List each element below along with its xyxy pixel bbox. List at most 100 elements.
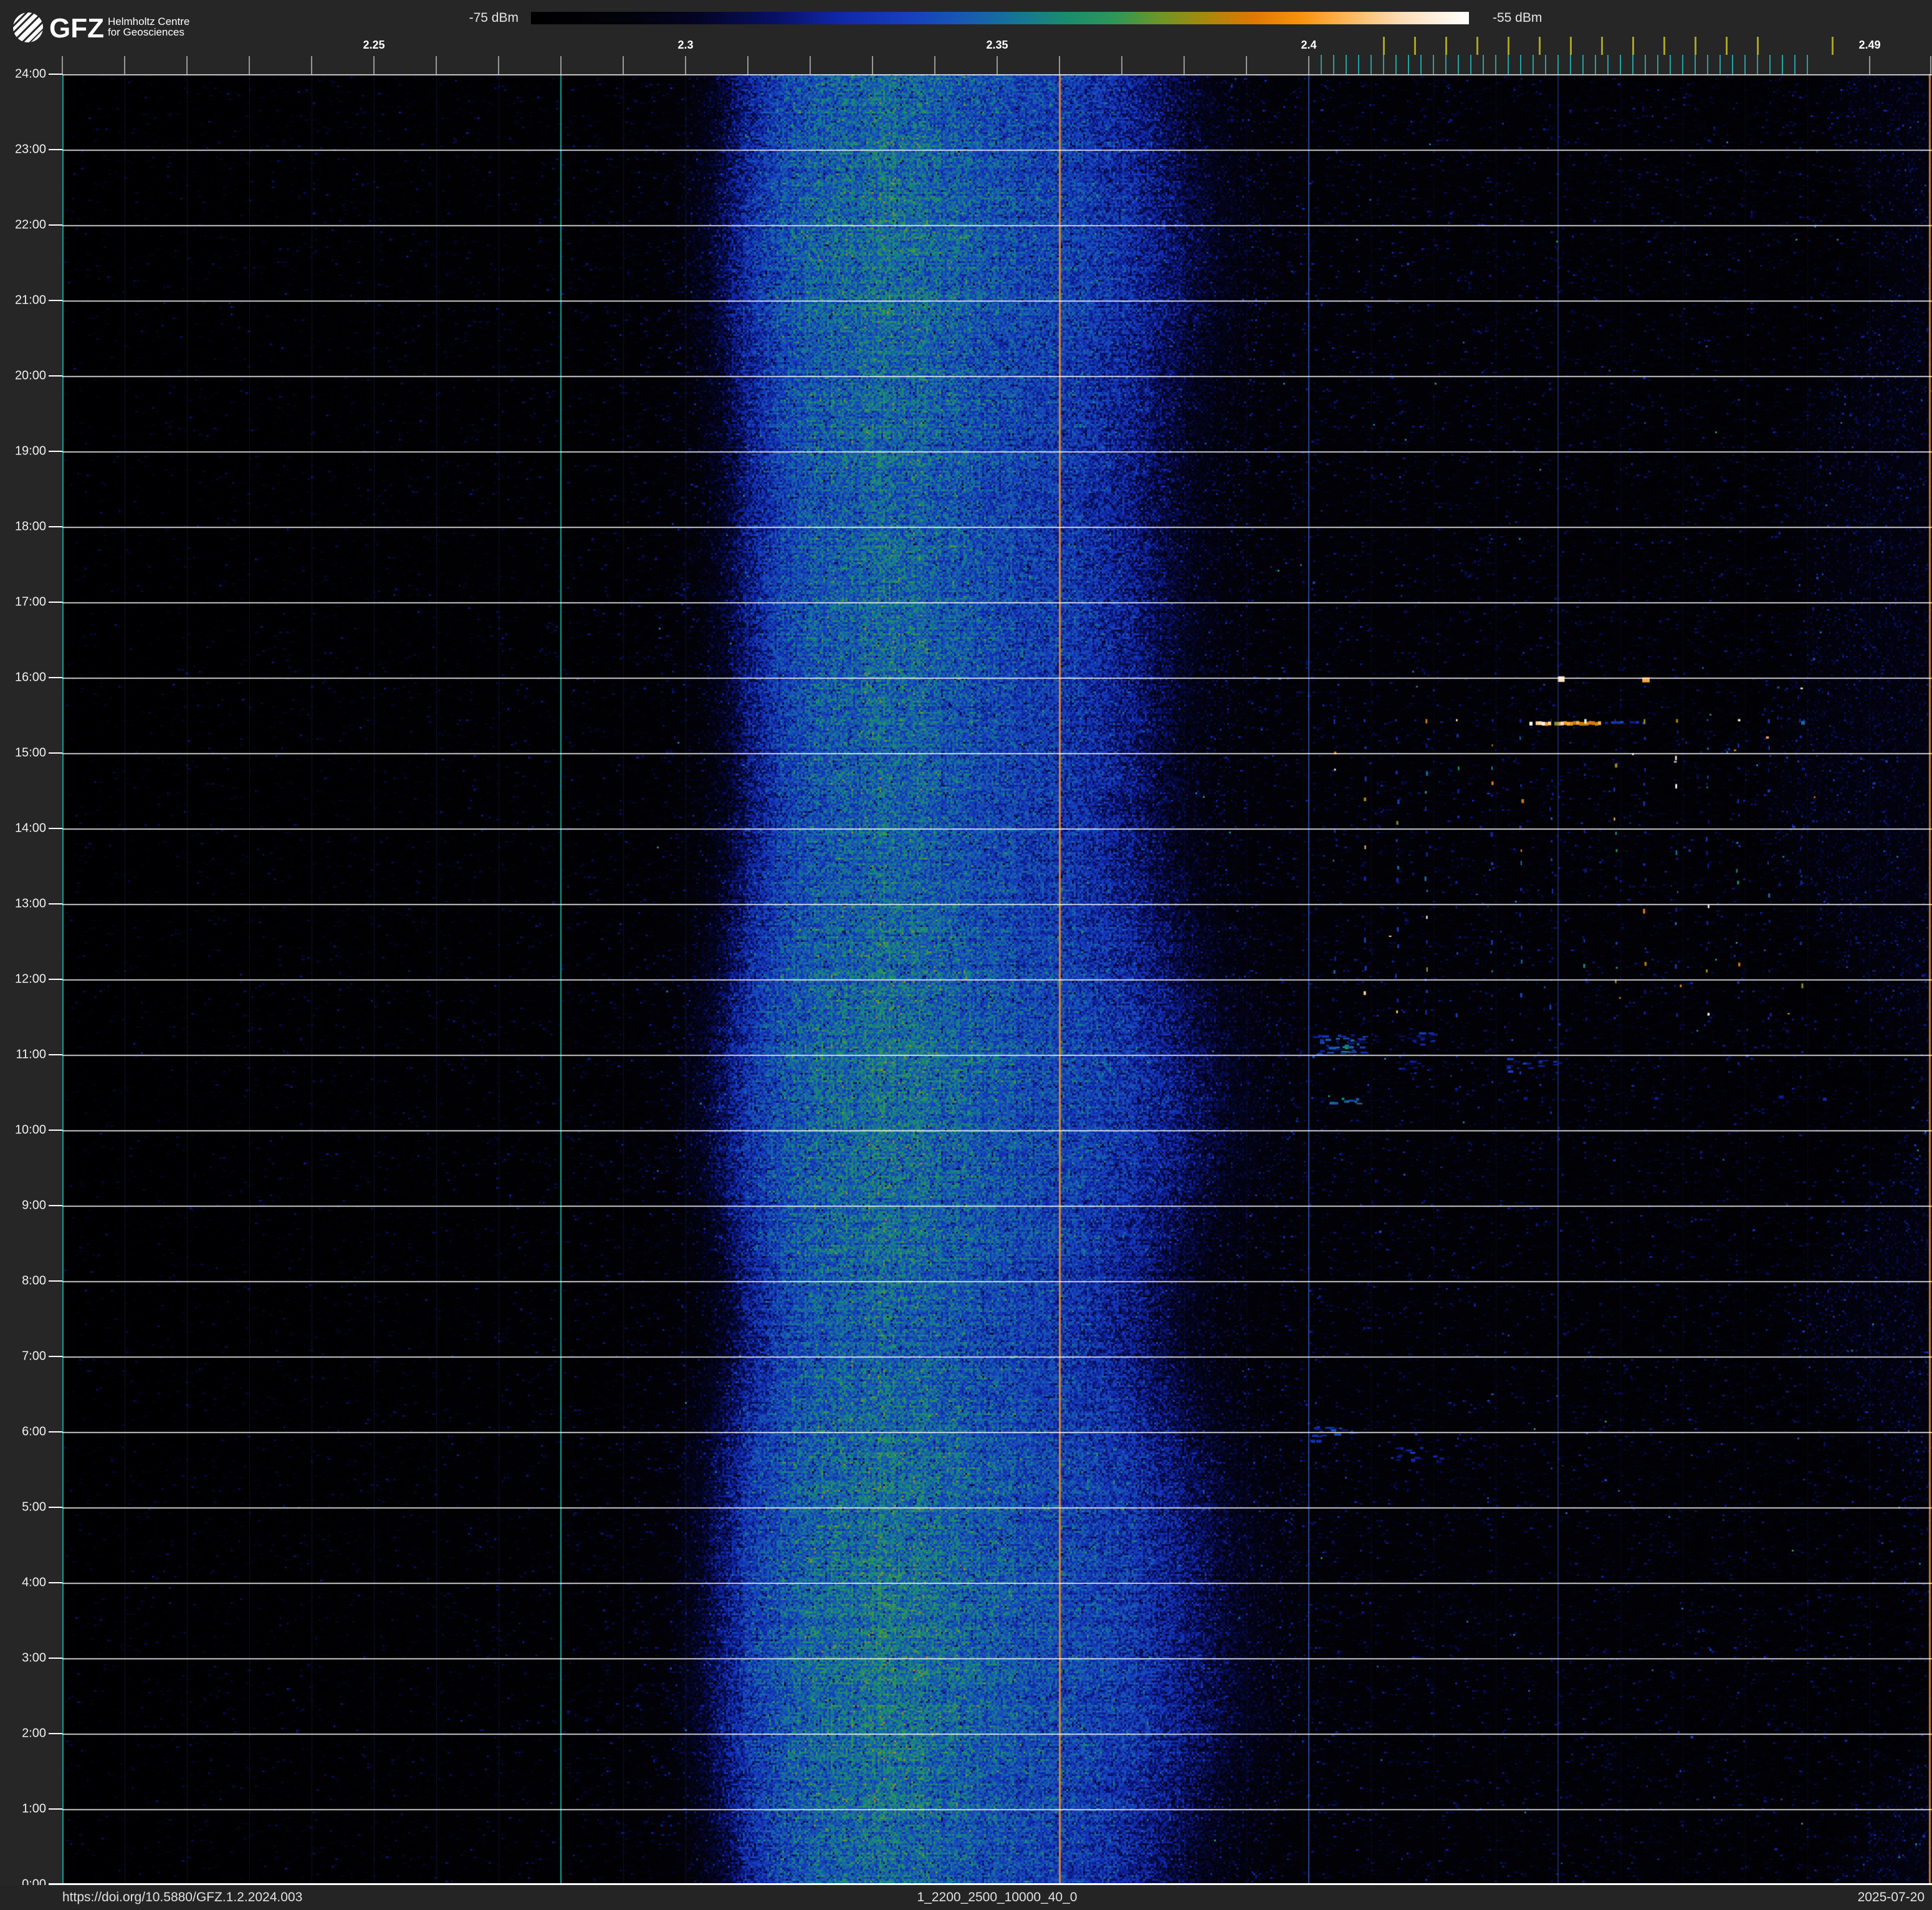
hour-tick <box>49 1431 62 1432</box>
spectrogram-canvas <box>62 74 1932 1884</box>
ble-channel-tick <box>1333 55 1334 74</box>
hour-tick <box>49 1130 62 1131</box>
doi-link[interactable]: https://doi.org/10.5880/GFZ.1.2.2024.003 <box>62 1890 302 1905</box>
wifi-channel-tick <box>1570 37 1572 55</box>
freq-minor-tick <box>934 56 935 74</box>
freq-minor-tick <box>124 56 125 74</box>
freq-minor-tick <box>1869 56 1870 74</box>
ble-channel-tick <box>1408 55 1409 74</box>
ble-channel-tick <box>1483 55 1484 74</box>
freq-axis-label: 2.4 <box>1301 39 1317 51</box>
brand-subtitle: Helmholtz Centre for Geosciences <box>108 16 189 37</box>
hour-label: 19:00 <box>14 444 46 458</box>
ble-channel-tick <box>1719 55 1721 74</box>
hour-tick <box>49 1808 62 1810</box>
ble-channel-tick <box>1682 55 1683 74</box>
freq-axis-label: 2.49 <box>1858 39 1881 51</box>
date-label: 2025-07-20 <box>1857 1890 1925 1904</box>
hour-label: 24:00 <box>14 67 46 81</box>
ble-channel-tick <box>1557 55 1559 74</box>
hour-label: 4:00 <box>22 1575 46 1590</box>
freq-minor-tick <box>1308 56 1309 74</box>
hour-tick <box>49 828 62 829</box>
ble-channel-tick <box>1533 55 1534 74</box>
footer: https://doi.org/10.5880/GFZ.1.2.2024.003… <box>0 1885 1932 1910</box>
hour-label: 6:00 <box>22 1424 46 1439</box>
hour-label: 12:00 <box>14 972 46 986</box>
wifi-channel-tick <box>1383 37 1385 55</box>
hour-label: 1:00 <box>22 1802 46 1816</box>
ble-channel-tick <box>1346 55 1347 74</box>
ble-channel-tick <box>1470 55 1471 74</box>
ble-channel-tick <box>1707 55 1708 74</box>
brand-text: GFZ <box>49 13 104 44</box>
brand-subtitle-line1: Helmholtz Centre <box>108 16 190 27</box>
freq-minor-tick <box>685 56 686 74</box>
gfz-logo-icon <box>12 12 44 43</box>
hour-tick <box>49 677 62 678</box>
wifi-channel-tick <box>1476 37 1478 55</box>
freq-axis-label: 2.3 <box>677 39 694 51</box>
freq-minor-tick <box>810 56 811 74</box>
freq-minor-tick <box>373 56 375 74</box>
hour-tick <box>49 451 62 452</box>
hour-tick <box>49 1356 62 1357</box>
hour-tick <box>49 149 62 150</box>
ble-channel-tick <box>1620 55 1621 74</box>
hour-label: 9:00 <box>22 1198 46 1212</box>
ble-channel-tick <box>1383 55 1384 74</box>
hour-label: 10:00 <box>14 1123 46 1137</box>
hour-tick <box>49 1733 62 1734</box>
ble-channel-tick <box>1433 55 1434 74</box>
hour-label: 5:00 <box>22 1500 46 1514</box>
ble-channel-tick <box>1508 55 1509 74</box>
wifi-channel-tick <box>1414 37 1416 55</box>
freq-minor-tick <box>1121 56 1122 74</box>
freq-minor-tick <box>997 56 998 74</box>
hour-label: 7:00 <box>22 1349 46 1363</box>
ble-channel-tick <box>1632 55 1633 74</box>
colorbar-max-label: -55 dBm <box>1493 11 1542 25</box>
ble-channel-tick <box>1757 55 1758 74</box>
ble-channel-tick <box>1670 55 1671 74</box>
wifi-channel-tick <box>1726 37 1728 55</box>
ble-channel-tick <box>1695 55 1696 74</box>
wifi-channel-tick <box>1539 37 1541 55</box>
freq-axis-label: 2.25 <box>363 39 385 51</box>
freq-minor-tick <box>1246 56 1247 74</box>
ble-channel-tick <box>1545 55 1546 74</box>
wifi-channel-tick <box>1632 37 1634 55</box>
ble-channel-tick <box>1769 55 1771 74</box>
hour-label: 3:00 <box>22 1651 46 1665</box>
ble-channel-tick <box>1520 55 1521 74</box>
hour-tick <box>49 752 62 754</box>
dataset-label: 1_2200_2500_10000_40_0 <box>917 1890 1078 1904</box>
ble-channel-tick <box>1607 55 1609 74</box>
hour-tick <box>49 1582 62 1583</box>
ble-channel-tick <box>1395 55 1397 74</box>
hour-label: 11:00 <box>16 1047 46 1062</box>
freq-minor-tick <box>1184 56 1185 74</box>
ble-channel-tick <box>1582 55 1584 74</box>
hour-tick <box>49 602 62 603</box>
freq-minor-tick <box>311 56 312 74</box>
hour-label: 13:00 <box>14 896 46 911</box>
freq-minor-tick <box>436 56 437 74</box>
ble-channel-tick <box>1744 55 1746 74</box>
hour-label: 2:00 <box>22 1726 46 1740</box>
hour-tick <box>49 1280 62 1282</box>
hour-tick <box>49 375 62 377</box>
hour-tick <box>49 1205 62 1206</box>
hour-label: 17:00 <box>14 595 46 609</box>
hour-tick <box>49 74 62 75</box>
ble-channel-tick <box>1807 55 1808 74</box>
ble-channel-tick <box>1782 55 1783 74</box>
wifi-channel-tick <box>1757 37 1759 55</box>
hour-tick <box>49 979 62 980</box>
ble-channel-tick <box>1495 55 1496 74</box>
freq-minor-tick <box>623 56 624 74</box>
freq-minor-tick <box>560 56 562 74</box>
ble-channel-tick <box>1794 55 1796 74</box>
ble-channel-tick <box>1732 55 1733 74</box>
wifi-channel-tick <box>1695 37 1696 55</box>
